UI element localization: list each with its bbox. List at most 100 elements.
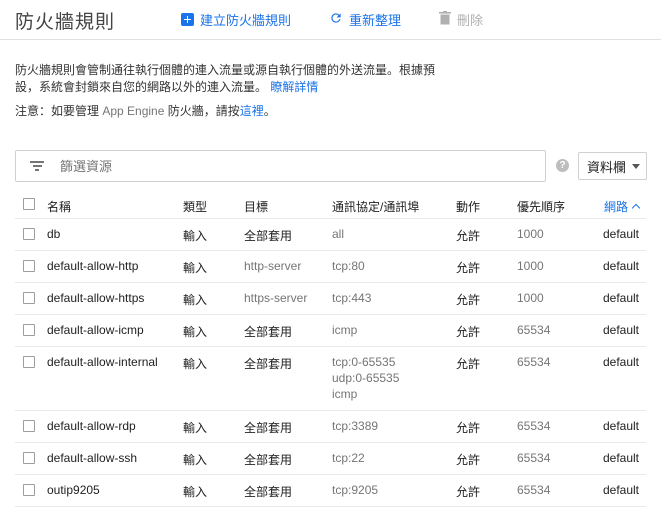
rule-type: 輸入 [183,485,208,499]
rule-type: 輸入 [183,453,208,467]
filter-input[interactable] [60,158,460,174]
rule-network[interactable]: default [603,323,639,337]
app-engine-note: 注意：如要管理 App Engine 防火牆，請按這裡。 [15,102,276,119]
protocol-port-value: all [332,227,345,241]
protocol-port-value: tcp:443 [332,291,372,305]
rule-network[interactable]: default [603,355,639,369]
protocol-port-value: udp:0-65535 [332,371,400,385]
column-header-name[interactable]: 名稱 [47,198,71,215]
chevron-down-icon [632,163,641,169]
rule-target: https-server [244,291,308,305]
page-title: 防火牆規則 [15,12,116,33]
protocol-port-value: icmp [332,323,358,337]
row-checkbox[interactable] [23,484,35,496]
rule-name[interactable]: default-allow-https [47,291,144,305]
rule-action: 允許 [456,325,481,339]
rule-network[interactable]: default [603,259,639,273]
rule-name[interactable]: default-allow-ssh [47,451,137,465]
table-row[interactable]: db 輸入 全部套用 all 允許 1000 default [15,219,646,251]
app-engine-here-link[interactable]: 這裡 [240,104,264,118]
rule-name[interactable]: outip9205 [47,483,100,497]
help-icon[interactable]: ? [556,159,569,172]
rule-name[interactable]: db [47,227,60,241]
protocol-port-value: tcp:9205 [332,483,379,497]
rule-action: 允許 [456,229,481,243]
rule-name[interactable]: default-allow-icmp [47,323,144,337]
row-checkbox[interactable] [23,420,35,432]
refresh-icon [329,11,343,28]
rule-name[interactable]: default-allow-internal [47,355,158,369]
protocol-port-value: tcp:80 [332,259,365,273]
select-all-checkbox[interactable] [23,198,35,210]
table-row[interactable]: default-allow-http 輸入 http-server tcp:80 允許 1… [15,251,646,283]
rule-action: 允許 [456,453,481,467]
create-firewall-rule-label: 建立防火牆規則 [200,12,292,28]
protocol-port-value: tcp:0-65535 [332,355,396,369]
table-row[interactable]: outip9205 輸入 全部套用 tcp:9205 允許 65534 default [15,475,646,507]
protocol-port-value: icmp [332,387,358,401]
protocol-port-value: tcp:22 [332,451,365,465]
trash-icon [439,10,451,28]
table-body: db 輸入 全部套用 all 允許 1000 default default-allow-ht… [15,219,646,507]
filter-bar[interactable] [15,150,546,182]
create-firewall-rule-button[interactable]: 建立防火牆規則 [181,9,291,29]
rule-network[interactable]: default [603,483,639,497]
learn-more-link[interactable]: 瞭解詳情 [270,80,318,94]
rule-target: 全部套用 [244,325,293,339]
rule-target: http-server [244,259,302,273]
rule-action: 允許 [456,421,481,435]
protocol-port-value: tcp:3389 [332,419,379,433]
table-row[interactable]: default-allow-ssh 輸入 全部套用 tcp:22 允許 65534 defa… [15,443,646,475]
rule-priority: 65534 [517,323,551,337]
page-header: 防火牆規則 建立防火牆規則 重新整理 刪除 [0,0,661,40]
note-app-engine: App Engine [102,104,165,118]
rule-network[interactable]: default [603,291,639,305]
rule-priority: 1000 [517,259,544,273]
column-header-type[interactable]: 類型 [183,198,207,215]
table-row[interactable]: default-allow-rdp 輸入 全部套用 tcp:3389 允許 65534 de… [15,411,646,443]
rule-name[interactable]: default-allow-rdp [47,419,136,433]
rule-protocols: icmp [332,322,357,338]
row-checkbox[interactable] [23,324,35,336]
column-header-action[interactable]: 動作 [456,198,480,215]
rule-target: 全部套用 [244,485,293,499]
columns-dropdown[interactable]: 資料欄 [578,152,647,180]
delete-button[interactable]: 刪除 [439,9,483,29]
table-header-row: 名稱 類型 目標 通訊協定/通訊埠 動作 優先順序 網路 [15,192,646,219]
column-header-protocol[interactable]: 通訊協定/通訊埠 [332,198,419,215]
row-checkbox[interactable] [23,356,35,368]
rule-target: 全部套用 [244,229,293,243]
note-prefix: 注意：如要管理 [15,104,103,118]
column-header-priority[interactable]: 優先順序 [517,198,565,215]
refresh-button[interactable]: 重新整理 [329,9,401,29]
rule-action: 允許 [456,357,481,371]
filter-list-icon [30,161,44,171]
table-row[interactable]: default-allow-internal 輸入 全部套用 tcp:0-65535 u… [15,347,646,411]
columns-label: 資料欄 [587,159,627,175]
rule-priority: 65534 [517,451,551,465]
rule-network[interactable]: default [603,227,639,241]
column-header-target[interactable]: 目標 [244,198,268,215]
rule-network[interactable]: default [603,451,639,465]
rule-priority: 65534 [517,419,551,433]
row-checkbox[interactable] [23,260,35,272]
table-row[interactable]: default-allow-icmp 輸入 全部套用 icmp 允許 65534 defau… [15,315,646,347]
firewall-rules-table: 名稱 類型 目標 通訊協定/通訊埠 動作 優先順序 網路 db 輸入 全部套用 all… [15,192,646,507]
rule-protocols: tcp:80 [332,258,365,274]
rule-type: 輸入 [183,293,208,307]
refresh-label: 重新整理 [349,12,402,28]
row-checkbox[interactable] [23,228,35,240]
column-header-network[interactable]: 網路 [604,198,641,215]
rule-priority: 1000 [517,227,544,241]
rule-action: 允許 [456,485,481,499]
sort-ascending-icon [631,203,641,213]
rule-protocols: all [332,226,344,242]
rule-network[interactable]: default [603,419,639,433]
row-checkbox[interactable] [23,452,35,464]
rule-name[interactable]: default-allow-http [47,259,138,273]
row-checkbox[interactable] [23,292,35,304]
table-row[interactable]: default-allow-https 輸入 https-server tcp:443… [15,283,646,315]
rule-priority: 65534 [517,355,551,369]
description-line-1: 防火牆規則會管制通往執行個體的連入流量或源自執行個體的外送流量。根據預 [15,63,436,77]
description-line-2: 設，系統會封鎖來自您的網路以外的連入流量。 [15,80,268,94]
